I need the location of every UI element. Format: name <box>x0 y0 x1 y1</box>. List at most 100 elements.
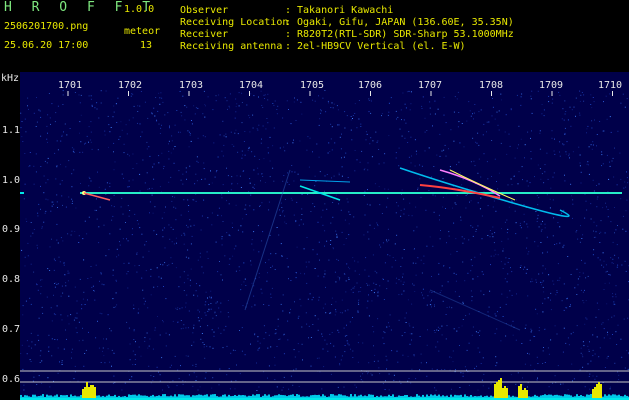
noise-dot <box>98 117 100 119</box>
noise-dot <box>268 334 270 336</box>
noise-dot <box>312 151 313 153</box>
noise-dot <box>268 365 270 367</box>
noise-dot <box>48 346 50 348</box>
noise-dot <box>542 311 544 313</box>
noise-dot <box>586 209 588 211</box>
noise-dot <box>598 183 600 185</box>
noise-dot <box>285 223 287 225</box>
noise-dot <box>521 166 523 168</box>
activity-bar <box>254 395 256 398</box>
activity-bar <box>394 396 396 398</box>
noise-dot <box>105 255 107 257</box>
noise-dot <box>187 355 189 357</box>
noise-dot <box>150 294 152 296</box>
noise-dot <box>340 359 342 361</box>
noise-dot <box>52 203 54 205</box>
noise-dot <box>343 156 345 158</box>
activity-bar <box>184 395 186 398</box>
noise-dot <box>386 239 387 241</box>
noise-dot <box>377 223 378 225</box>
noise-dot <box>433 330 435 331</box>
noise-dot <box>417 257 419 259</box>
noise-dot <box>235 270 237 272</box>
noise-dot <box>505 257 507 259</box>
noise-dot <box>264 98 265 99</box>
noise-dot <box>47 377 49 379</box>
noise-dot <box>78 235 80 237</box>
noise-dot <box>119 136 121 138</box>
noise-dot <box>279 209 280 211</box>
noise-dot <box>324 90 326 91</box>
noise-dot <box>542 272 544 274</box>
noise-dot <box>530 364 532 366</box>
noise-dot <box>559 155 561 157</box>
noise-dot <box>21 249 23 251</box>
noise-dot <box>496 181 497 182</box>
noise-dot <box>385 380 386 382</box>
noise-dot <box>510 178 512 180</box>
noise-dot <box>65 206 67 208</box>
noise-dot <box>168 386 170 388</box>
activity-bar <box>422 394 424 398</box>
activity-bar <box>492 396 494 398</box>
noise-dot <box>49 270 51 271</box>
noise-dot <box>136 220 138 221</box>
noise-dot <box>370 100 372 102</box>
noise-dot <box>495 210 497 212</box>
noise-dot <box>103 284 105 286</box>
noise-dot <box>222 184 224 186</box>
noise-dot <box>396 202 398 204</box>
noise-dot <box>382 383 384 385</box>
noise-dot <box>407 299 409 301</box>
noise-dot <box>443 149 445 151</box>
noise-dot <box>133 329 135 331</box>
noise-dot <box>88 126 90 128</box>
activity-bar <box>568 394 570 398</box>
noise-dot <box>589 341 590 343</box>
noise-dot <box>91 104 93 106</box>
noise-dot <box>353 287 355 289</box>
noise-dot <box>82 327 83 329</box>
noise-dot <box>96 218 98 220</box>
noise-dot <box>595 236 597 238</box>
noise-dot <box>600 231 602 233</box>
noise-dot <box>128 327 130 329</box>
noise-dot <box>491 176 492 177</box>
noise-dot <box>222 221 224 222</box>
noise-dot <box>45 198 47 200</box>
activity-bar <box>520 384 522 398</box>
noise-dot <box>173 162 175 164</box>
noise-dot <box>375 283 377 285</box>
noise-dot <box>552 280 554 282</box>
noise-dot <box>591 120 593 122</box>
noise-dot <box>491 140 493 141</box>
noise-dot <box>131 93 133 95</box>
noise-dot <box>47 132 48 134</box>
noise-dot <box>59 183 61 185</box>
noise-dot <box>56 201 58 203</box>
noise-dot <box>83 259 85 261</box>
noise-dot <box>161 97 163 99</box>
noise-dot <box>290 308 291 310</box>
noise-dot <box>90 95 92 97</box>
noise-dot <box>182 173 184 175</box>
noise-dot <box>480 363 482 364</box>
noise-dot <box>543 115 545 117</box>
noise-dot <box>492 98 493 99</box>
noise-dot <box>235 106 237 108</box>
noise-dot <box>90 121 92 123</box>
noise-dot <box>164 262 166 264</box>
noise-dot <box>250 264 252 266</box>
activity-bar <box>506 388 508 398</box>
activity-bar <box>566 394 568 398</box>
noise-dot <box>129 379 131 381</box>
noise-dot <box>44 212 46 214</box>
activity-bar <box>202 395 204 398</box>
y-tick: 0.9 <box>2 224 21 235</box>
noise-dot <box>624 260 626 262</box>
noise-dot <box>464 366 466 368</box>
noise-dot <box>203 346 205 348</box>
noise-dot <box>290 375 292 377</box>
noise-dot <box>346 324 347 326</box>
noise-dot <box>230 131 232 133</box>
